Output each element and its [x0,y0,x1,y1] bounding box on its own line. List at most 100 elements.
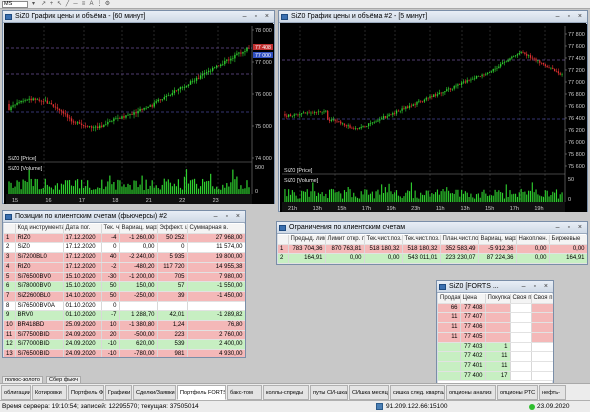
price-tick-label: 74 000 [255,156,272,162]
arrow-icon[interactable]: ↗ [40,1,47,8]
table-row[interactable]: 11 Si77500BID 24.09.2020 20 -500,00 223 2 760,… [4,330,245,341]
settings-icon[interactable]: ⚙ [104,1,111,8]
candle-body [518,53,520,55]
orderbook-cell-price: 77 407 [460,312,486,324]
orderbook-header-0[interactable]: Продаж [438,294,461,304]
toolbar-combo[interactable]: MS [2,1,28,8]
positions-header-2[interactable]: Дата пог. [63,224,102,234]
positions-header-6[interactable]: Суммарная в. [187,224,245,234]
channel-icon[interactable]: ≡ [80,1,87,8]
tab-8[interactable]: путы СИ-шка [310,385,348,400]
orderbook-row[interactable]: 11 77 406 [438,322,553,333]
limits-header-1[interactable]: Предыд. лимит [288,235,326,245]
positions-cell-n: 8 [4,301,16,312]
text-icon[interactable]: A [88,1,95,8]
orderbook-row[interactable]: 77 401 11 [438,361,553,372]
fibo-icon[interactable]: ⋮ [96,1,103,8]
tab-2[interactable]: Портфель ФР [68,385,104,400]
chart2-canvas[interactable]: 77 800 77 600 77 400 77 200 77 000 76 800 76 6… [280,24,587,212]
volume-bar [498,190,500,202]
orderbook-row[interactable]: 66 77 408 [438,303,553,314]
tab-13[interactable]: нефть- [539,385,566,400]
table-row[interactable]: 7 SiZ2600BL0 14.10.2020 50 -250,00 39 -1 450,0… [4,291,245,302]
orderbook-row[interactable]: 77 403 1 [438,342,553,353]
chart1-titlebar[interactable]: SiZ0 График цены и объёма - [60 минут] –… [3,11,274,23]
table-row[interactable]: 5 Si76500BV0 15.10.2020 -30 -1 200,00 705 7 98… [4,272,245,283]
tab-12[interactable]: опционы РТС [497,385,538,400]
orderbook-cell-x [510,361,532,372]
orderbook-header-4[interactable]: Своя п [531,294,553,304]
limits-header-3[interactable]: Тек.чист.поз. [364,235,403,245]
limits-header-8[interactable]: Биржевые [549,235,587,245]
positions-cell-pos: -4 [101,233,120,244]
hline-icon[interactable]: ─ [72,1,79,8]
orderbook-row[interactable]: 77 400 17 [438,371,553,382]
limits-header-5[interactable]: План.чист.поз. [440,235,479,245]
tab-11[interactable]: опционы анализ [446,385,496,400]
tab-1[interactable]: Котировки [32,385,67,400]
table-row[interactable]: 10 BR418BD 25.09.2020 10 -1 380,80 1,24 76,80 [4,320,245,331]
add-icon[interactable]: + [48,1,55,8]
candle-body [362,126,364,127]
positions-header-4[interactable]: Вариац. маржа [119,224,158,234]
candle-body [500,64,502,67]
window-controls[interactable]: – ▫ × [556,222,585,233]
limits-header-0[interactable] [278,235,289,245]
tab-7[interactable]: коллы-спреды [263,385,309,400]
table-row[interactable]: 9 BRV0 01.10.2020 -7 1 288,70 42,01 -1 289,82 [4,310,245,322]
limits-header-4[interactable]: Тек.чист.поз. ( [402,235,441,245]
window-controls[interactable]: – ▫ × [243,11,272,22]
chart2-titlebar[interactable]: SiZ0 График цены и объёма #2 - [5 минут]… [279,11,587,23]
window-controls[interactable]: – ▫ × [556,11,585,22]
tab-9[interactable]: СИшка месяц [349,385,389,400]
volume-bar [500,191,502,202]
tab-3[interactable]: Графики [105,385,132,400]
volume-bar [330,188,332,202]
date-tick-label: 15 [12,198,18,204]
limits-header-2[interactable]: Лимит откр. п [325,235,365,245]
tab-10[interactable]: сишка след. квартал. [390,385,445,400]
table-row[interactable]: 6 Si78000BV0 15.10.2020 50 150,00 57 -1 550,00 [4,281,245,292]
orderbook-row[interactable]: 11 77 407 [438,312,553,324]
table-row[interactable]: 12 Si77000BID 24.09.2020 -10 620,00 539 2 400,… [4,339,245,351]
date-tick-label: 13h [313,206,322,212]
window-controls[interactable]: – ▫ × [522,281,551,292]
candle-body [354,128,357,130]
tab-0[interactable]: облигации [1,385,31,400]
candle-body [351,127,353,129]
table-row[interactable]: 4 RIZ0 17.12.2020 -2 -480,20 117 720 14 955,38 [4,262,245,273]
table-row[interactable]: 3 Si7200BL0 17.12.2020 40 -2 240,00 5 935 19 8… [4,252,245,263]
orderbook-header-1[interactable]: Цена [460,294,486,304]
dropdown-icon[interactable]: ▾ [30,1,37,8]
positions-header-0[interactable] [4,224,16,234]
orderbook-titlebar[interactable]: SiZ0 [FORTS ... – ▫ × [437,281,553,293]
table-row[interactable]: 13 Si76500BID 24.09.2020 -10 -780,00 981 4 930… [4,349,245,357]
orderbook-header-2[interactable]: Покупка [485,294,511,304]
orderbook-row[interactable]: 11 77 405 [438,332,553,343]
tab-6[interactable]: бакс-том [227,385,262,400]
volume-bar [488,195,491,202]
limits-header-7[interactable]: Накоплен. д [516,235,550,245]
table-row[interactable]: 2 164,91 0,00 0,00 543 011,01 223 230,07 87 22… [278,253,587,265]
tab-5[interactable]: Портфель FORTS [177,385,226,400]
tab-4[interactable]: Сделки/Заявки [133,385,176,400]
table-row[interactable]: 1 RIZ0 17.12.2020 -4 -1 260,00 50 252 27 968,0… [4,233,245,244]
positions-cell-code: RIZ0 [15,262,64,273]
orderbook-cell-price: 77 401 [460,361,486,372]
limits-header-6[interactable]: Вариац. маржа [478,235,517,245]
table-row[interactable]: 2 SiZ0 17.12.2020 0 0,00 0 11 574,00 [4,242,245,254]
candle-body [8,104,10,111]
line-icon[interactable]: ╱ [64,1,71,8]
cursor-icon[interactable]: ↖ [56,1,63,8]
window-controls[interactable]: – ▫ × [214,211,243,222]
orderbook-header-3[interactable]: Своя п [510,294,532,304]
table-row[interactable]: 1 783 704,36 870 763,81 518 180,32 518 180,3… [278,244,587,255]
table-row[interactable]: 8 Si76500BV0A 01.10.2020 0 [4,301,245,312]
limits-titlebar[interactable]: Ограничения по клиентским счетам – ▫ × [277,222,587,234]
chart1-canvas[interactable]: 78 000 77 000 76 000 75 000 74 000 500 0 SiZ0 [… [4,24,274,204]
orderbook-row[interactable]: 77 402 11 [438,351,553,362]
positions-titlebar[interactable]: Позиции по клиентским счетам (фьючерсы) … [3,211,245,223]
positions-header-1[interactable]: Код инструмента [15,224,64,234]
positions-header-3[interactable]: Тек. чист. [101,224,120,234]
positions-header-5[interactable]: Эффект. цена [157,224,188,234]
